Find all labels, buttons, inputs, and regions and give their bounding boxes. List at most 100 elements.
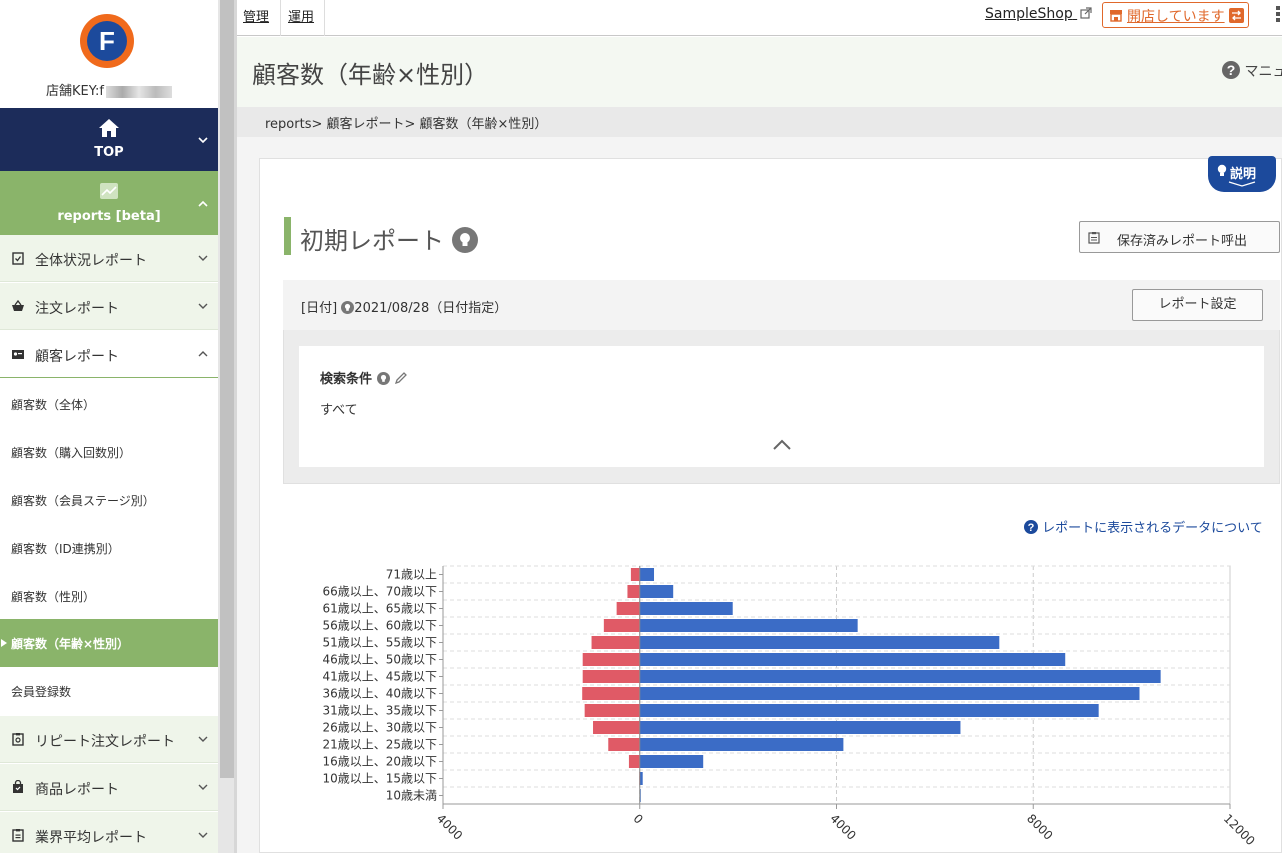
bar-male [639, 738, 844, 751]
bar-female [593, 721, 640, 734]
chevron-down-icon[interactable] [198, 734, 208, 744]
bar-male [639, 687, 1140, 700]
sidebar-item-reports[interactable]: reports [beta] [0, 171, 218, 235]
sidebar-item-reports-label: reports [beta] [57, 209, 161, 224]
sidebar-subitem-label: 顧客数（全体） [11, 398, 96, 412]
data-info-label: レポートに表示されるデータについて [1042, 521, 1263, 536]
report-title-accent [284, 217, 291, 255]
bar-female [582, 687, 640, 700]
svg-text:?: ? [1227, 62, 1236, 78]
sidebar-item-overall-report[interactable]: 全体状況レポート [0, 235, 218, 282]
saved-report-button[interactable]: 保存済みレポート呼出 [1079, 221, 1280, 253]
lightbulb-icon [341, 301, 355, 314]
sidebar-scrollbar-thumb[interactable] [220, 0, 234, 778]
shop-logo[interactable]: F [80, 14, 134, 68]
manual-link[interactable]: ? マニュ [1222, 61, 1282, 81]
chevron-down-icon[interactable] [198, 301, 208, 311]
chevron-down-icon[interactable] [198, 253, 208, 263]
sidebar-item-label: 全体状況レポート [35, 253, 147, 269]
nav-separator [324, 0, 325, 36]
x-tick-label: 0 [631, 811, 646, 826]
date-filter: [日付] 2021/08/28（日付指定） [301, 297, 507, 316]
x-tick-label: 12000 [1221, 811, 1258, 848]
y-tick-label: 21歳以上、25歳以下 [322, 738, 437, 752]
sidebar-item-top[interactable]: TOP [0, 108, 218, 171]
y-tick-label: 31歳以上、35歳以下 [322, 704, 437, 718]
sidebar-subitem-customers-by-purchase[interactable]: 顧客数（購入回数別） [0, 428, 218, 476]
lightbulb-info-icon[interactable] [451, 227, 478, 253]
sidebar-subitem-member-registrations[interactable]: 会員登録数 [0, 667, 218, 715]
manual-label: マニュ [1244, 64, 1282, 80]
y-tick-label: 26歳以上、30歳以下 [322, 721, 437, 735]
sidebar-subitem-label: 顧客数（会員ステージ別） [11, 494, 155, 508]
bar-female [608, 738, 640, 751]
breadcrumb: reports> 顧客レポート> 顧客数（年齢×性別） [265, 117, 548, 132]
nav-operation-link[interactable]: 運用 [288, 6, 314, 25]
sidebar-subitem-customers-by-age-gender[interactable]: 顧客数（年齢×性別） [0, 619, 218, 667]
swap-icon [1229, 8, 1244, 23]
y-tick-label: 36歳以上、40歳以下 [322, 687, 437, 701]
external-link-icon [1080, 7, 1092, 19]
clipboard-check-icon [12, 252, 24, 265]
help-icon: ? [1222, 61, 1240, 79]
bar-male [639, 585, 674, 598]
lightbulb-icon[interactable] [376, 372, 390, 385]
x-tick-label: 4000 [827, 811, 858, 842]
sidebar-item-repeat-order-report[interactable]: リピート注文レポート [0, 716, 218, 763]
sidebar-subitem-label: 顧客数（購入回数別） [11, 446, 132, 460]
bar-female [628, 755, 640, 768]
explain-tab-button[interactable]: 説明 [1208, 156, 1276, 192]
store-key-redacted [105, 85, 172, 98]
sidebar-item-order-report[interactable]: 注文レポート [0, 283, 218, 330]
y-tick-label: 71歳以上 [386, 568, 437, 582]
age-gender-chart: 71歳以上 66歳以上、70歳以下 61歳以上、65歳以下 56歳以上、60歳以下 51… [322, 565, 1258, 848]
clipboard-icon [12, 829, 24, 842]
shopping-bag-icon [13, 780, 23, 793]
bar-female [630, 568, 640, 581]
bar-female [591, 636, 640, 649]
sidebar-item-product-report[interactable]: 商品レポート [0, 764, 218, 811]
sidebar: F 店舗KEY:f TOP reports [beta] 全体状況レポート 注文… [0, 0, 218, 853]
sidebar-item-label: 注文レポート [35, 301, 119, 317]
store-open-status-button[interactable]: 開店しています [1102, 2, 1249, 28]
sidebar-item-top-label: TOP [94, 145, 124, 160]
sidebar-subitem-customers-by-gender[interactable]: 顧客数（性別） [0, 572, 218, 620]
sidebar-subitem-customers-by-id-link[interactable]: 顧客数（ID連携別） [0, 524, 218, 572]
collapse-chevron-icon[interactable] [772, 439, 792, 451]
pencil-icon[interactable] [394, 371, 408, 385]
store-icon [1110, 10, 1122, 22]
sidebar-item-industry-average-report[interactable]: 業界平均レポート [0, 812, 218, 853]
bar-male [639, 636, 1000, 649]
bar-male [639, 721, 961, 734]
y-tick-label: 41歳以上、45歳以下 [322, 670, 437, 684]
nav-manage-link[interactable]: 管理 [243, 6, 269, 25]
shop-name-link[interactable]: SampleShop [985, 6, 1092, 22]
clipboard-icon [12, 733, 24, 746]
app-grid-icon[interactable] [1276, 6, 1282, 22]
bar-female [582, 653, 640, 666]
search-condition-label: 検索条件 [320, 372, 373, 387]
store-key: 店舗KEY:f [0, 80, 218, 99]
bar-male [639, 602, 733, 615]
chevron-up-icon[interactable] [198, 349, 208, 359]
chevron-up-icon[interactable] [198, 199, 208, 209]
y-tick-label: 66歳以上、70歳以下 [322, 585, 437, 599]
bar-male [639, 653, 1066, 666]
search-condition-title: 検索条件 [320, 368, 408, 387]
sidebar-subitem-customers-total[interactable]: 顧客数（全体） [0, 380, 218, 428]
svg-text:?: ? [1028, 522, 1035, 534]
bar-male [639, 619, 858, 632]
y-tick-label: 10歳以上、15歳以下 [322, 772, 437, 786]
chevron-down-icon[interactable] [198, 135, 208, 145]
sidebar-item-customer-report[interactable]: 顧客レポート [0, 331, 218, 378]
lightbulb-icon [1217, 164, 1227, 176]
data-info-link[interactable]: ? レポートに表示されるデータについて [1024, 517, 1263, 536]
sidebar-subitem-label: 顧客数（ID連携別） [11, 542, 120, 556]
search-condition-value: すべて [320, 403, 358, 418]
sidebar-subitem-customers-by-stage[interactable]: 顧客数（会員ステージ別） [0, 476, 218, 524]
report-settings-button[interactable]: レポート設定 [1132, 289, 1263, 321]
chevron-down-icon[interactable] [198, 830, 208, 840]
y-tick-label: 61歳以上、65歳以下 [322, 602, 437, 616]
chevron-down-icon[interactable] [198, 782, 208, 792]
chevron-down-icon [1228, 181, 1256, 187]
